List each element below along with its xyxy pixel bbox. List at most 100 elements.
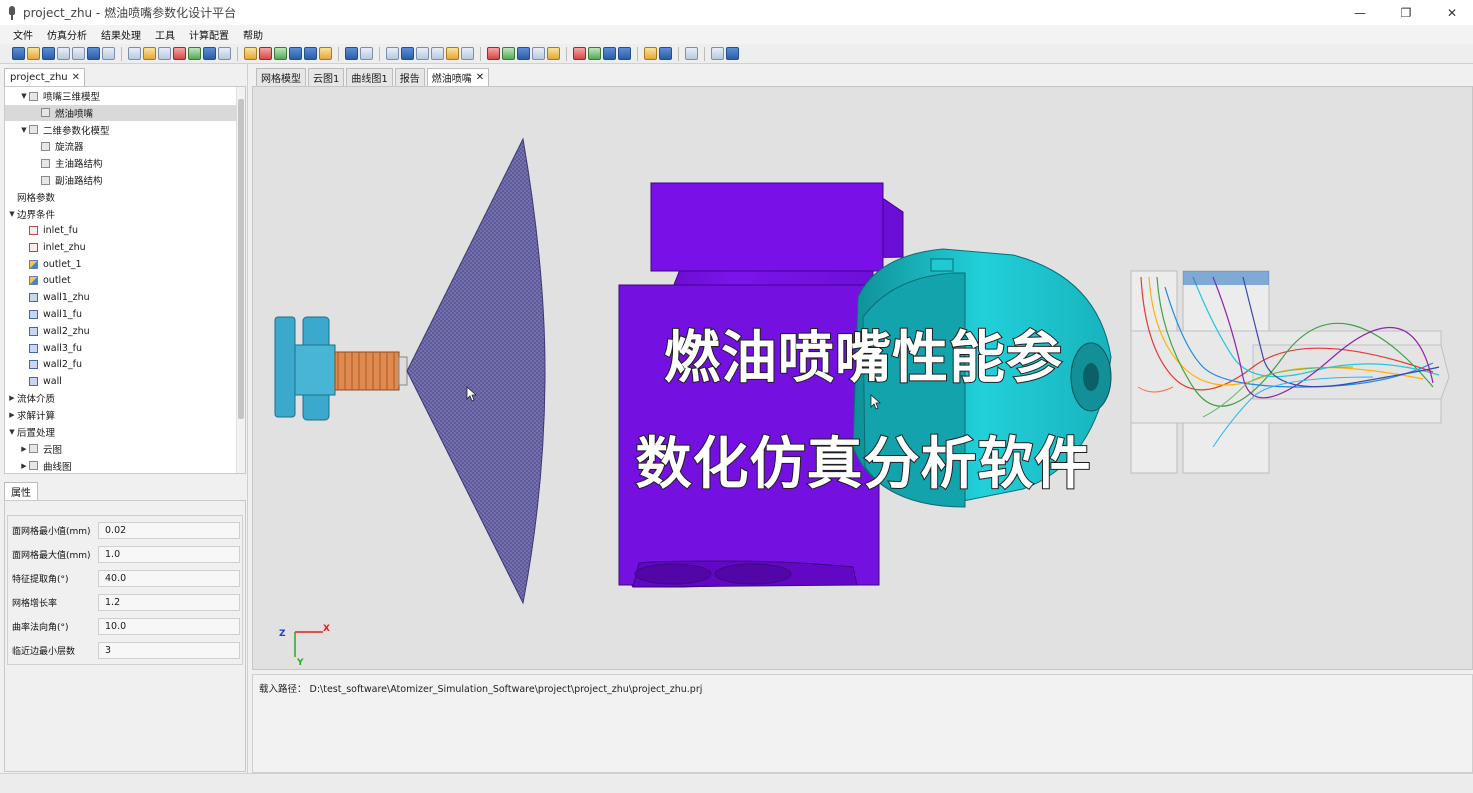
- toolbar-button-icon[interactable]: [188, 47, 201, 60]
- close-icon[interactable]: ✕: [72, 72, 80, 83]
- view-tab[interactable]: 燃油喷嘴 ✕: [426, 68, 490, 86]
- toolbar-button-icon[interactable]: [304, 47, 317, 60]
- menu-simulation[interactable]: 仿真分析: [47, 27, 87, 42]
- toolbar-button-icon[interactable]: [72, 47, 85, 60]
- view-tab[interactable]: 报告: [394, 68, 425, 86]
- toolbar-button-icon[interactable]: [345, 47, 358, 60]
- toolbar-button-icon[interactable]: [547, 47, 560, 60]
- toolbar-button-icon[interactable]: [416, 47, 429, 60]
- toolbar-button-icon[interactable]: [517, 47, 530, 60]
- toolbar-button-icon[interactable]: [659, 47, 672, 60]
- toolbar-button-icon[interactable]: [726, 47, 739, 60]
- toolbar-button-icon[interactable]: [588, 47, 601, 60]
- tree-scrollbar[interactable]: [236, 87, 245, 473]
- toolbar-button-icon[interactable]: [711, 47, 724, 60]
- toolbar-button-icon[interactable]: [386, 47, 399, 60]
- tree-item[interactable]: 燃油喷嘴: [5, 104, 237, 121]
- project-tab[interactable]: project_zhu ✕: [4, 68, 86, 86]
- expand-right-icon[interactable]: ▶: [19, 445, 29, 453]
- tree-item[interactable]: wall2_zhu: [5, 323, 237, 339]
- tree-item[interactable]: ▼ 二维参数化模型: [5, 122, 237, 138]
- toolbar-button-icon[interactable]: [487, 47, 500, 60]
- restore-button[interactable]: ❐: [1383, 0, 1429, 25]
- tree-item[interactable]: inlet_zhu: [5, 239, 237, 255]
- tree-item[interactable]: outlet_1: [5, 256, 237, 272]
- menu-compute-config[interactable]: 计算配置: [189, 27, 229, 42]
- toolbar-button-icon[interactable]: [102, 47, 115, 60]
- toolbar-button-icon[interactable]: [12, 47, 25, 60]
- menu-file[interactable]: 文件: [13, 27, 33, 42]
- tree-item[interactable]: inlet_fu: [5, 222, 237, 238]
- tree-item[interactable]: wall: [5, 374, 237, 390]
- menu-results[interactable]: 结果处理: [101, 27, 141, 42]
- toolbar-button-icon[interactable]: [143, 47, 156, 60]
- 3d-viewport[interactable]: Z X Y 燃油喷嘴性能参 数化仿真分析软件: [252, 86, 1473, 670]
- property-value-field[interactable]: 1.2: [98, 593, 240, 611]
- tree-item[interactable]: 旋流器: [5, 138, 237, 154]
- toolbar-button-icon[interactable]: [128, 47, 141, 60]
- expand-down-icon[interactable]: ▼: [19, 126, 29, 134]
- tree-item[interactable]: outlet: [5, 273, 237, 289]
- toolbar-button-icon[interactable]: [685, 47, 698, 60]
- view-tab[interactable]: 曲线图1: [346, 68, 393, 86]
- menu-help[interactable]: 帮助: [243, 27, 263, 42]
- toolbar-button-icon[interactable]: [461, 47, 474, 60]
- view-tab[interactable]: 网格模型: [256, 68, 306, 86]
- toolbar-button-icon[interactable]: [274, 47, 287, 60]
- toolbar-button-icon[interactable]: [244, 47, 257, 60]
- toolbar-button-icon[interactable]: [87, 47, 100, 60]
- menu-tools[interactable]: 工具: [155, 27, 175, 42]
- tree-item[interactable]: ▶ 求解计算: [5, 407, 237, 423]
- toolbar-button-icon[interactable]: [401, 47, 414, 60]
- property-value-field[interactable]: 40.0: [98, 569, 240, 587]
- toolbar-button-icon[interactable]: [618, 47, 631, 60]
- tree-item[interactable]: 副油路结构: [5, 172, 237, 188]
- minimize-button[interactable]: —: [1337, 0, 1383, 25]
- toolbar-button-icon[interactable]: [360, 47, 373, 60]
- toolbar-button-icon[interactable]: [431, 47, 444, 60]
- tree-item[interactable]: ▼ 后置处理: [5, 424, 237, 440]
- property-value-field[interactable]: 3: [98, 641, 240, 659]
- tree-item[interactable]: ▶ 流体介质: [5, 390, 237, 406]
- tree-item[interactable]: ▼ 喷嘴三维模型: [5, 88, 237, 104]
- tree-item[interactable]: wall3_fu: [5, 340, 237, 356]
- tree-item[interactable]: wall1_zhu: [5, 290, 237, 306]
- toolbar-button-icon[interactable]: [158, 47, 171, 60]
- tree-item[interactable]: wall1_fu: [5, 306, 237, 322]
- toolbar-button-icon[interactable]: [319, 47, 332, 60]
- expand-down-icon[interactable]: ▼: [7, 210, 17, 218]
- property-value-field[interactable]: 1.0: [98, 545, 240, 563]
- tree-item[interactable]: ▶ 曲线图: [5, 458, 237, 473]
- toolbar-button-icon[interactable]: [446, 47, 459, 60]
- scrollbar-thumb[interactable]: [238, 99, 244, 419]
- toolbar-button-icon[interactable]: [57, 47, 70, 60]
- toolbar-button-icon[interactable]: [203, 47, 216, 60]
- close-icon[interactable]: ✕: [476, 72, 484, 83]
- expand-down-icon[interactable]: ▼: [7, 428, 17, 436]
- tree-item[interactable]: 网格参数: [5, 189, 237, 205]
- toolbar-button-icon[interactable]: [502, 47, 515, 60]
- toolbar-button-icon[interactable]: [42, 47, 55, 60]
- tree-item[interactable]: 主油路结构: [5, 155, 237, 171]
- tree-item[interactable]: ▶ 云图: [5, 441, 237, 457]
- toolbar-button-icon[interactable]: [644, 47, 657, 60]
- toolbar-button-icon[interactable]: [27, 47, 40, 60]
- toolbar-button-icon[interactable]: [532, 47, 545, 60]
- tree-item[interactable]: wall2_fu: [5, 357, 237, 373]
- property-value-field[interactable]: 10.0: [98, 617, 240, 635]
- property-value-field[interactable]: 0.02: [98, 521, 240, 539]
- tree-item[interactable]: ▼ 边界条件: [5, 206, 237, 222]
- expand-right-icon[interactable]: ▶: [7, 411, 17, 419]
- toolbar-button-icon[interactable]: [573, 47, 586, 60]
- view-tab[interactable]: 云图1: [308, 68, 345, 86]
- expand-right-icon[interactable]: ▶: [19, 462, 29, 470]
- expand-down-icon[interactable]: ▼: [19, 92, 29, 100]
- toolbar-button-icon[interactable]: [289, 47, 302, 60]
- close-button[interactable]: ✕: [1429, 0, 1473, 25]
- toolbar-button-icon[interactable]: [218, 47, 231, 60]
- toolbar-button-icon[interactable]: [173, 47, 186, 60]
- toolbar-button-icon[interactable]: [259, 47, 272, 60]
- tab-properties[interactable]: 属性: [4, 482, 38, 500]
- expand-right-icon[interactable]: ▶: [7, 394, 17, 402]
- toolbar-button-icon[interactable]: [603, 47, 616, 60]
